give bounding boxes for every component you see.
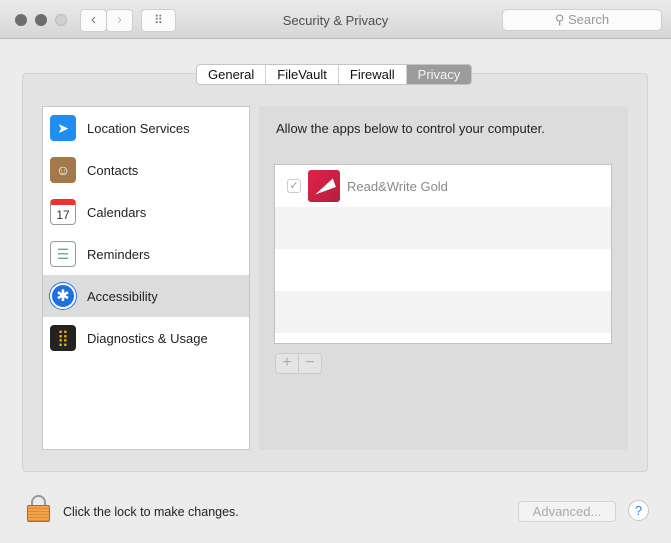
empty-row — [275, 249, 611, 291]
sidebar-item-calendars[interactable]: 17 Calendars — [43, 191, 249, 233]
sidebar-item-location-services[interactable]: ➤ Location Services — [43, 107, 249, 149]
accessibility-icon: ✱ — [50, 283, 76, 309]
add-remove-control: + − — [275, 353, 322, 374]
search-icon: ⚲ — [554, 12, 568, 27]
app-checkbox[interactable]: ✓ — [287, 179, 301, 193]
privacy-category-list: ➤ Location Services ☺ Contacts 17 Calendars… — [42, 106, 250, 450]
remove-app-button[interactable]: − — [299, 354, 321, 373]
reminders-icon: ☰ — [50, 241, 76, 267]
help-button[interactable]: ? — [628, 500, 649, 521]
empty-row — [275, 291, 611, 333]
app-name: Read&Write Gold — [347, 178, 448, 194]
sidebar-item-reminders[interactable]: ☰ Reminders — [43, 233, 249, 275]
calendar-icon: 17 — [50, 199, 76, 225]
sidebar-item-accessibility[interactable]: ✱ Accessibility — [43, 275, 249, 317]
tab-bar: General FileVault Firewall Privacy — [196, 64, 473, 85]
search-input[interactable]: ⚲ Search — [502, 9, 662, 31]
sidebar-item-contacts[interactable]: ☺ Contacts — [43, 149, 249, 191]
empty-row — [275, 207, 611, 249]
location-icon: ➤ — [50, 115, 76, 141]
tab-privacy[interactable]: Privacy — [406, 65, 472, 84]
lock-icon[interactable] — [27, 495, 50, 523]
advanced-button[interactable]: Advanced... — [518, 501, 616, 522]
diagnostics-icon: ⣿ — [50, 325, 76, 351]
list-item[interactable]: ✓ Read&Write Gold — [275, 165, 611, 207]
contacts-icon: ☺ — [50, 157, 76, 183]
panel-description: Allow the apps below to control your com… — [276, 121, 545, 136]
add-app-button[interactable]: + — [276, 354, 299, 373]
tab-general[interactable]: General — [197, 65, 267, 84]
tab-firewall[interactable]: Firewall — [339, 65, 407, 84]
tab-filevault[interactable]: FileVault — [266, 65, 339, 84]
app-list: ✓ Read&Write Gold — [274, 164, 612, 344]
sidebar-item-diagnostics-usage[interactable]: ⣿ Diagnostics & Usage — [43, 317, 249, 359]
lock-text: Click the lock to make changes. — [63, 505, 239, 519]
readwrite-gold-icon — [308, 170, 340, 202]
